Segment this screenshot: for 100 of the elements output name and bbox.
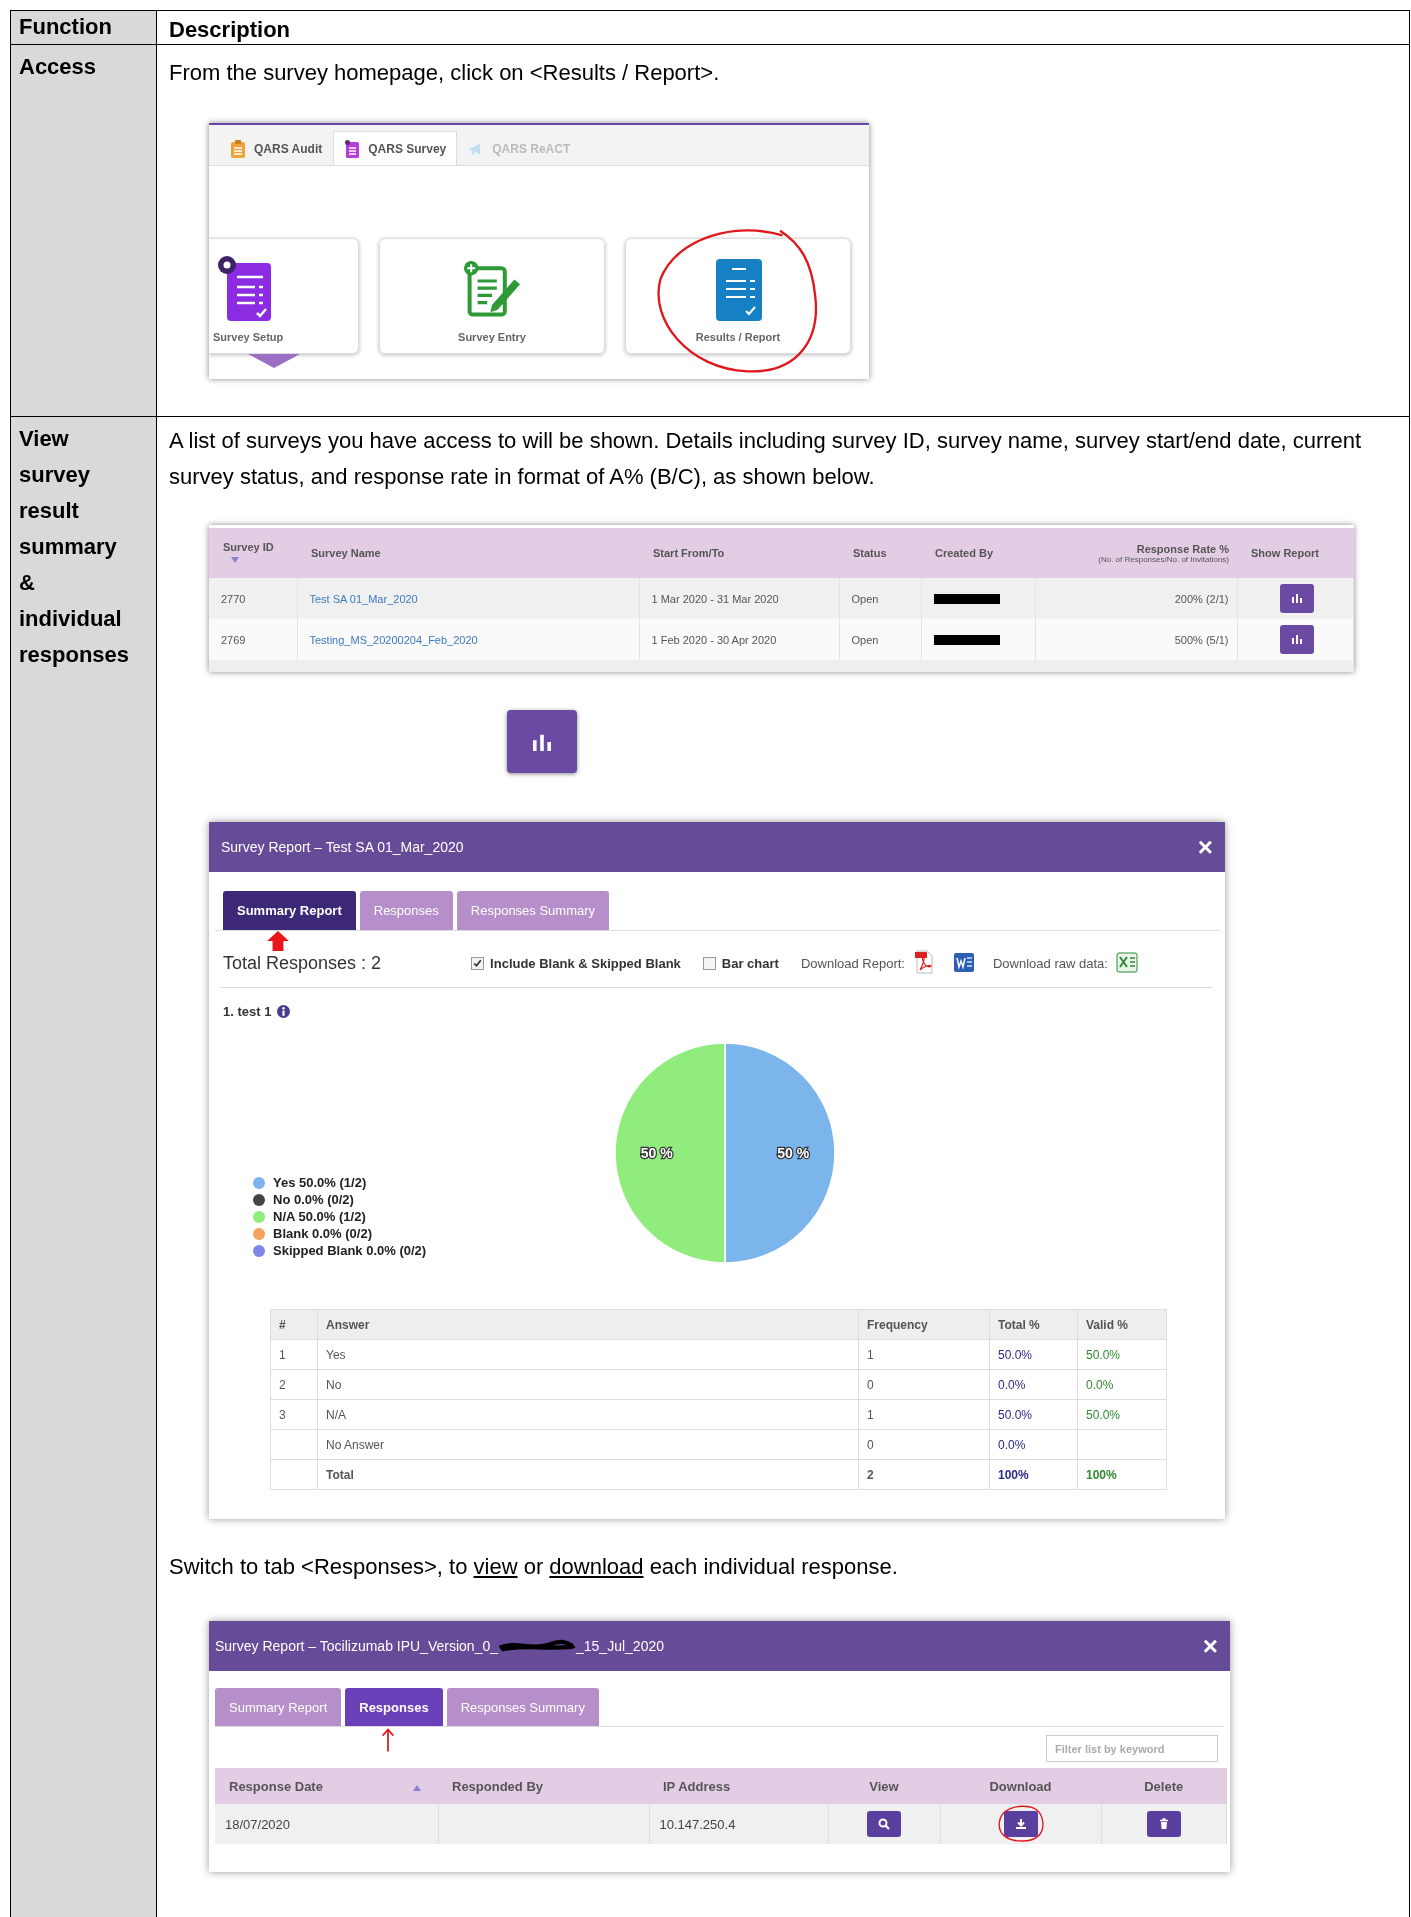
total-responses: Total Responses : 2 [223, 952, 382, 974]
table-cell: Open [851, 592, 879, 605]
table-cell: 0 [867, 1437, 874, 1452]
table-cell: 100% [1086, 1467, 1117, 1482]
dialog-title: Survey Report – Test SA 01_Mar_2020 [221, 839, 464, 855]
column-header: Answer [326, 1317, 370, 1332]
column-header[interactable]: View [869, 1778, 899, 1794]
column-header: # [279, 1317, 286, 1332]
legend-label: No 0.0% (0/2) [273, 1192, 354, 1207]
download-label: Download Report: [800, 955, 905, 971]
dialog-title: Survey Report – Tocilizumab IPU_Version_0_ [215, 1638, 498, 1654]
close-button[interactable]: × [1197, 831, 1213, 863]
dialog-title: _15_Jul_2020 [576, 1638, 664, 1654]
clipboard-icon [344, 138, 361, 159]
column-header[interactable]: IP Address [663, 1778, 731, 1794]
table-cell: 0.0% [1086, 1377, 1114, 1392]
checkbox[interactable] [702, 956, 716, 970]
column-header[interactable]: Response Rate % [1049, 542, 1229, 555]
table-cell: 50.0% [1086, 1407, 1121, 1422]
view-button[interactable] [867, 1811, 901, 1837]
function-label: Access [19, 53, 98, 81]
table-cell: 1 [867, 1407, 874, 1422]
column-header[interactable]: Delete [1144, 1778, 1184, 1794]
function-label: View survey result summary & individual responses [19, 425, 131, 669]
column-header[interactable]: Responded By [452, 1778, 543, 1794]
column-header[interactable]: Status [853, 547, 887, 559]
column-note: (No. of Responses/No. of Invitations) [1097, 554, 1229, 564]
table-cell: No [326, 1377, 342, 1392]
spreadsheet-file-icon [1115, 949, 1138, 974]
table-row[interactable]: 18/07/2020 10.147.250.4 [215, 1804, 1227, 1844]
table-cell: 0.0% [998, 1377, 1026, 1392]
module-tab[interactable]: QARS Survey [333, 131, 458, 165]
pdf-download-button[interactable] [912, 949, 935, 977]
table-cell: 2 [867, 1467, 874, 1482]
column-header[interactable]: Survey ID [223, 541, 274, 553]
pdf-file-icon [912, 949, 935, 974]
download-button[interactable] [1003, 1811, 1038, 1837]
close-button[interactable]: × [1202, 1630, 1218, 1662]
search-icon [878, 1818, 890, 1830]
column-header[interactable]: Show Report [1251, 547, 1319, 559]
column-header[interactable]: Response Date [229, 1778, 323, 1794]
bar-chart-icon [1291, 593, 1304, 603]
column-header: Function [19, 14, 112, 39]
module-tile[interactable]: Survey Entry [379, 238, 605, 354]
instruction-text: A list of surveys you have access to will be shown. Details including survey ID, survey name, survey start/end date, current survey status, and response rate in format of A% (B/C), as shown below. [169, 427, 1363, 491]
table-cell: 50.0% [998, 1407, 1033, 1422]
table-cell: 0 [867, 1377, 874, 1392]
report-tab[interactable]: Responses Summary [456, 891, 610, 930]
column-header: Description [169, 17, 291, 42]
table-cell: 1 [279, 1347, 286, 1362]
data-label: 50 % [640, 1145, 673, 1161]
module-tile[interactable]: Results / Report [625, 238, 851, 354]
bar-chart-icon [1291, 634, 1304, 644]
report-tab[interactable]: Summary Report [215, 1688, 342, 1726]
table-cell: 1 [867, 1347, 874, 1362]
column-header[interactable]: Created By [935, 547, 994, 559]
legend-label: Skipped Blank 0.0% (0/2) [273, 1243, 427, 1258]
delete-button[interactable] [1146, 1811, 1181, 1837]
legend-label: N/A 50.0% (1/2) [273, 1209, 366, 1224]
table-cell: 200% (2/1) [1174, 592, 1229, 605]
table-row[interactable]: 2770 Test SA 01_Mar_2020 1 Mar 2020 - 31 Mar 2020 Open 200% (2/1) [209, 578, 1354, 619]
table-cell: N/A [326, 1407, 346, 1422]
table-row[interactable]: 2769 Testing_MS_20200204_Feb_2020 1 Feb 2020 - 30 Apr 2020 Open 500% (5/1) [209, 619, 1354, 660]
table-cell: 2 [279, 1377, 286, 1392]
table-cell: Yes [326, 1347, 346, 1362]
column-header[interactable]: Survey Name [311, 547, 381, 559]
checkbox[interactable] [471, 956, 485, 970]
filter-field[interactable]: Filter list by keyword [1046, 1735, 1218, 1762]
table-cell: Total [326, 1467, 354, 1482]
survey-link[interactable]: Test SA 01_Mar_2020 [309, 592, 418, 605]
table-cell: 0.0% [998, 1437, 1026, 1452]
show-report-button[interactable] [1280, 625, 1315, 654]
report-tab[interactable]: Summary Report [223, 891, 356, 930]
table-cell: 10.147.250.4 [659, 1816, 736, 1832]
column-header: Total % [998, 1317, 1040, 1332]
module-tab[interactable]: QARS Audit [219, 131, 334, 165]
option-checkbox[interactable]: Bar chart [702, 955, 779, 971]
column-header: Valid % [1086, 1317, 1129, 1332]
report-tab[interactable]: Responses [359, 891, 453, 930]
table-cell: 500% (5/1) [1174, 633, 1229, 646]
module-tile[interactable]: Survey Setup [209, 238, 359, 354]
report-tab[interactable]: Responses [345, 1688, 443, 1726]
column-header[interactable]: Download [989, 1778, 1052, 1794]
download-label: Download raw data: [992, 955, 1108, 971]
survey-link[interactable]: Testing_MS_20200204_Feb_2020 [309, 633, 478, 646]
column-header[interactable]: Start From/To [653, 547, 725, 559]
question-title: 1. test 1 [223, 1004, 272, 1019]
show-report-button[interactable] [1280, 584, 1315, 613]
legend-label: Blank 0.0% (0/2) [273, 1226, 372, 1241]
table-cell: Open [851, 633, 879, 646]
table-cell: 3 [279, 1407, 286, 1422]
option-checkbox[interactable]: Include Blank & Skipped Blank [471, 955, 681, 971]
table-cell: 18/07/2020 [225, 1816, 291, 1832]
info-icon [277, 1005, 291, 1018]
report-tab[interactable]: Responses Summary [446, 1688, 599, 1726]
show-report-button[interactable] [507, 710, 577, 773]
instruction-text: From the survey homepage, click on <Results / Report>. [169, 59, 721, 87]
table-cell: 50.0% [998, 1347, 1033, 1362]
legend-label: Yes 50.0% (1/2) [273, 1175, 367, 1190]
table-cell: 50.0% [1086, 1347, 1121, 1362]
